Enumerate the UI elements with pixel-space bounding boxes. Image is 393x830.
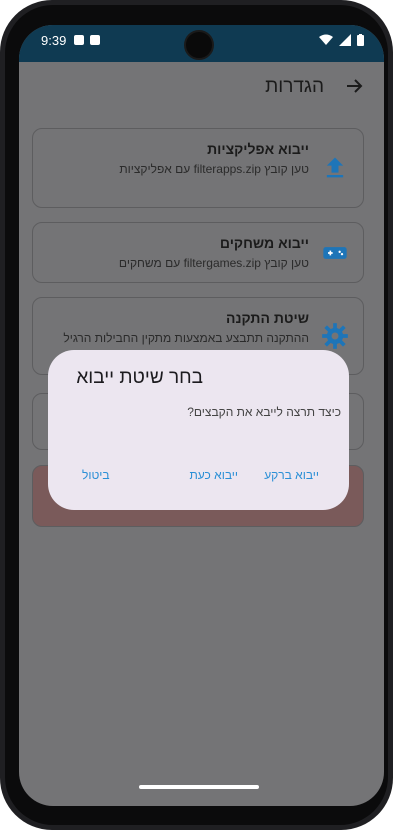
dialog-title: בחר שיטת ייבוא [76, 367, 203, 388]
app-bar: הגדרות [19, 62, 384, 114]
phone-frame: 9:39 הגדרות ייבוא אפליקציות טען קובץ fil… [0, 0, 393, 830]
phone-bezel: 9:39 הגדרות ייבוא אפליקציות טען קובץ fil… [5, 5, 388, 825]
status-icons [319, 34, 364, 46]
card-subtitle: טען קובץ filterapps.zip עם אפליקציות [119, 162, 309, 176]
status-bar: 9:39 [19, 25, 384, 62]
gear-icon [322, 323, 348, 349]
screen: 9:39 הגדרות ייבוא אפליקציות טען קובץ fil… [19, 25, 384, 806]
status-time: 9:39 [41, 33, 67, 48]
card-subtitle: טען קובץ filtergames.zip עם משחקים [118, 256, 309, 270]
arrow-back-icon[interactable] [342, 74, 366, 98]
sd-card-icon [74, 35, 84, 45]
import-background-button[interactable]: ייבוא ברקע [264, 468, 319, 482]
import-method-dialog: בחר שיטת ייבוא כיצד תרצה לייבא את הקבצים… [48, 350, 349, 510]
battery-icon [357, 34, 364, 46]
import-games-card[interactable]: ייבוא משחקים טען קובץ filtergames.zip עם… [32, 222, 364, 283]
upload-icon [326, 157, 344, 178]
wifi-icon [319, 34, 333, 45]
card-subtitle: ההתקנה תתבצע באמצעות מתקין החבילות הרגיל [63, 331, 309, 345]
page-title: הגדרות [265, 76, 324, 97]
card-title: שיטת התקנה [226, 310, 309, 326]
import-apps-card[interactable]: ייבוא אפליקציות טען קובץ filterapps.zip … [32, 128, 364, 208]
gamepad-icon [323, 247, 347, 259]
card-title: ייבוא אפליקציות [207, 141, 309, 157]
front-camera [184, 30, 214, 60]
app-notification-icon [90, 35, 100, 45]
import-now-button[interactable]: ייבוא כעת [190, 468, 239, 482]
dialog-message: כיצד תרצה לייבא את הקבצים? [187, 405, 341, 419]
cancel-button[interactable]: ביטול [82, 468, 110, 482]
card-title: ייבוא משחקים [219, 235, 309, 251]
signal-icon [339, 34, 351, 46]
gesture-nav-bar[interactable] [139, 785, 259, 789]
